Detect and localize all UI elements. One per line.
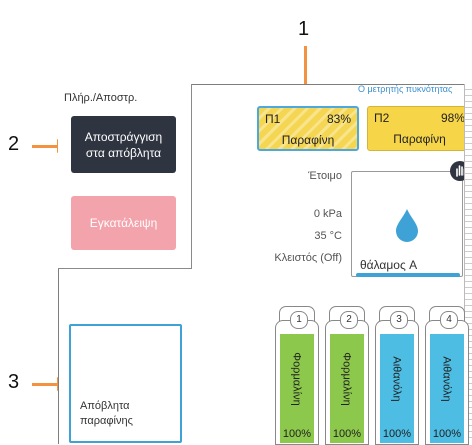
reagent-bottle-2[interactable]: 2 Φορμαλίνη 100% <box>325 306 369 445</box>
bottle-reagent: Αιθανόλη <box>391 356 404 402</box>
reagent-bottle-4[interactable]: 4 Αιθανόλη 100% <box>425 306 469 445</box>
bath-id: Π1 <box>265 112 281 126</box>
paraffin-bath-1[interactable]: Π1 83% Παραφίνη <box>257 106 359 151</box>
bath-reagent: Παραφίνη <box>393 132 446 146</box>
panel-title: Πλήρ./Αποστρ. <box>64 92 138 104</box>
drain-to-waste-label: Αποστράγγιση στα απόβλητα <box>84 129 163 160</box>
bottle-reagent: Φορμαλίνη <box>291 352 304 406</box>
status-pressure: 0 kPa <box>313 208 342 220</box>
callout-1-arrow <box>298 46 312 98</box>
status-lid: Κλειστός (Off) <box>274 252 342 264</box>
bottle-number: 2 <box>340 311 358 329</box>
bottle-number: 4 <box>440 311 458 329</box>
abandon-button[interactable]: Εγκατάλειψη <box>71 196 176 250</box>
bottle-percent: 100% <box>432 428 462 440</box>
abandon-label: Εγκατάλειψη <box>89 216 158 230</box>
bottle-percent: 100% <box>282 428 312 440</box>
drop-icon <box>396 209 418 242</box>
callout-2-arrow <box>32 139 68 153</box>
reagent-bottle-3[interactable]: 3 Αιθανόλη 100% <box>375 306 419 445</box>
callout-3-arrow <box>32 377 68 391</box>
chamber-level-bar <box>356 273 460 277</box>
status-temperature: 35 °C <box>314 230 342 242</box>
drain-to-waste-button[interactable]: Αποστράγγιση στα απόβλητα <box>71 116 176 173</box>
chamber-label: θάλαμος A <box>360 258 418 272</box>
bottle-number: 3 <box>390 311 408 329</box>
bottle-reagent: Αιθανόλη <box>441 356 454 402</box>
bottle-percent: 100% <box>332 428 362 440</box>
paraffin-waste-label: Απόβλητα παραφίνης <box>80 400 133 427</box>
bottle-number: 1 <box>290 311 308 329</box>
bath-percent: 98% <box>440 111 465 125</box>
callout-3: 3 <box>8 371 20 393</box>
bath-id: Π2 <box>374 111 390 125</box>
density-meter-link[interactable]: Ο μετρητής πυκνότητας <box>358 84 452 94</box>
bath-reagent: Παραφίνη <box>281 133 335 147</box>
bottle-reagent: Φορμαλίνη <box>341 352 354 406</box>
paraffin-bath-2[interactable]: Π2 98% Παραφίνη <box>367 106 472 151</box>
bottle-percent: 100% <box>382 428 412 440</box>
bath-percent: 83% <box>326 112 351 126</box>
reagent-bottle-1[interactable]: 1 Φορμαλίνη 100% <box>275 306 319 445</box>
callout-1: 1 <box>298 18 310 40</box>
callout-2: 2 <box>8 133 20 155</box>
status-state: Έτοιμο <box>308 170 342 182</box>
